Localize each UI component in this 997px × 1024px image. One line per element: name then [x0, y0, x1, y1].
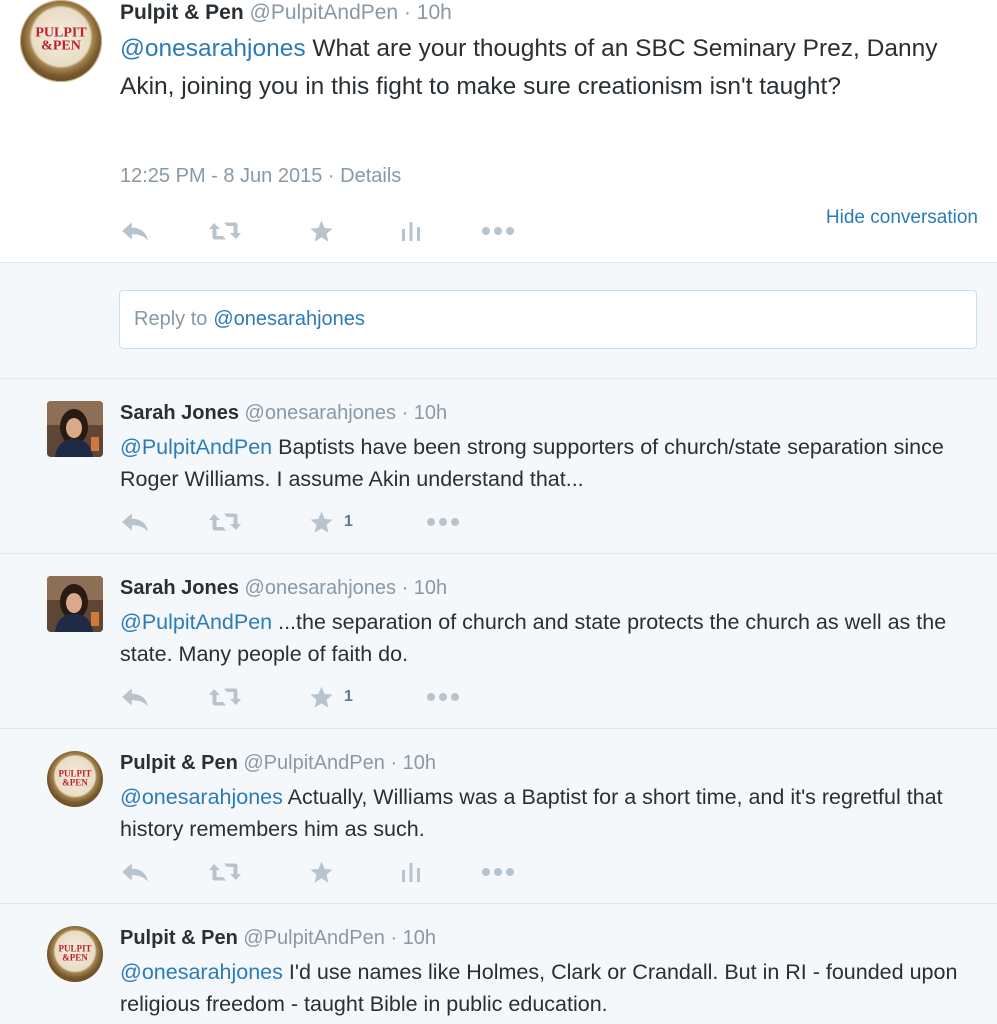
retweet-icon: [208, 686, 242, 708]
reply-tweet: Sarah Jones @onesarahjones · 10h @Pulpit…: [0, 379, 997, 554]
tweet-time[interactable]: · 10h: [402, 577, 448, 599]
retweet-icon: [208, 220, 242, 242]
reply-button[interactable]: [120, 857, 150, 887]
tweet-header: Pulpit & Pen @PulpitAndPen · 10h: [120, 0, 452, 26]
tweet-header: Pulpit & Pen @PulpitAndPen · 10h: [120, 751, 436, 775]
author-handle[interactable]: @PulpitAndPen: [243, 927, 385, 949]
retweet-icon: [208, 511, 242, 533]
reply-input[interactable]: Reply to @onesarahjones: [119, 290, 977, 349]
reply-tweet: PULPIT &PEN Pulpit & Pen @PulpitAndPen ·…: [0, 729, 997, 904]
bar-chart-icon: [400, 861, 422, 883]
logo-line-2: &PEN: [41, 38, 81, 54]
avatar[interactable]: PULPIT &PEN: [47, 926, 103, 982]
avatar[interactable]: [47, 576, 103, 632]
reply-arrow-icon: [120, 860, 150, 884]
tweet-actions: [120, 216, 540, 246]
pulpit-pen-logo: PULPIT &PEN: [58, 769, 91, 788]
tweet-time[interactable]: · 10h: [404, 1, 452, 24]
star-icon: [309, 510, 334, 535]
author-name[interactable]: Pulpit & Pen: [120, 752, 238, 774]
reply-mention: @onesarahjones: [213, 308, 365, 330]
main-tweet: PULPIT &PEN Pulpit & Pen @PulpitAndPen ·…: [0, 0, 997, 263]
logo-line-2: &PEN: [62, 777, 88, 788]
ellipsis-icon: [426, 517, 460, 527]
reply-arrow-icon: [120, 510, 150, 534]
avatar[interactable]: PULPIT &PEN: [20, 0, 102, 82]
mention-link[interactable]: @onesarahjones: [120, 960, 283, 984]
author-handle[interactable]: @onesarahjones: [245, 402, 397, 424]
tweet-header: Sarah Jones @onesarahjones · 10h: [120, 576, 447, 600]
favorite-button[interactable]: [309, 857, 334, 887]
tweet-timestamp: 12:25 PM - 8 Jun 2015: [120, 165, 323, 187]
reply-tweet: Sarah Jones @onesarahjones · 10h @Pulpit…: [0, 554, 997, 729]
analytics-button[interactable]: [400, 216, 422, 246]
analytics-button[interactable]: [400, 857, 422, 887]
tweet-actions: 1: [120, 682, 540, 712]
profile-photo-icon: [47, 576, 103, 632]
favorite-button[interactable]: [309, 216, 334, 246]
star-icon: [309, 219, 334, 244]
author-handle[interactable]: @onesarahjones: [245, 577, 397, 599]
logo-line-2: &PEN: [62, 952, 88, 963]
favorite-button[interactable]: 1: [309, 507, 353, 537]
details-link[interactable]: · Details: [328, 165, 401, 187]
retweet-button[interactable]: [208, 507, 242, 537]
favorite-count: 1: [344, 688, 353, 705]
hide-conversation-link[interactable]: Hide conversation: [826, 207, 978, 229]
retweet-button[interactable]: [208, 216, 242, 246]
tweet-header: Pulpit & Pen @PulpitAndPen · 10h: [120, 926, 436, 950]
reply-button[interactable]: [120, 216, 150, 246]
more-button[interactable]: [426, 682, 460, 712]
pulpit-pen-logo: PULPIT &PEN: [58, 944, 91, 963]
avatar[interactable]: PULPIT &PEN: [47, 751, 103, 807]
profile-photo-icon: [47, 401, 103, 457]
favorite-button[interactable]: 1: [309, 682, 353, 712]
tweet-time[interactable]: · 10h: [390, 927, 436, 949]
tweet-time[interactable]: · 10h: [390, 752, 436, 774]
retweet-button[interactable]: [208, 682, 242, 712]
mention-link[interactable]: @onesarahjones: [120, 35, 306, 62]
tweet-text: @onesarahjones Actually, Williams was a …: [120, 781, 980, 845]
tweet-actions: [120, 857, 540, 887]
more-button[interactable]: [426, 507, 460, 537]
ellipsis-icon: [481, 867, 515, 877]
more-button[interactable]: [481, 857, 515, 887]
tweet-time[interactable]: · 10h: [402, 402, 448, 424]
author-name[interactable]: Pulpit & Pen: [120, 927, 238, 949]
reply-prefix: Reply to: [134, 308, 208, 330]
mention-link[interactable]: @PulpitAndPen: [120, 610, 272, 634]
author-handle[interactable]: @PulpitAndPen: [243, 752, 385, 774]
more-button[interactable]: [481, 216, 515, 246]
reply-tweet: PULPIT &PEN Pulpit & Pen @PulpitAndPen ·…: [0, 904, 997, 1024]
pulpit-pen-logo: PULPIT &PEN: [35, 26, 86, 54]
ellipsis-icon: [481, 226, 515, 236]
retweet-icon: [208, 861, 242, 883]
tweet-text: @onesarahjones I'd use names like Holmes…: [120, 956, 980, 1020]
reply-composer-area: Reply to @onesarahjones: [0, 263, 997, 379]
reply-arrow-icon: [120, 219, 150, 243]
author-name[interactable]: Sarah Jones: [120, 402, 239, 424]
ellipsis-icon: [426, 692, 460, 702]
reply-button[interactable]: [120, 507, 150, 537]
reply-button[interactable]: [120, 682, 150, 712]
author-handle[interactable]: @PulpitAndPen: [250, 1, 399, 24]
star-icon: [309, 685, 334, 710]
mention-link[interactable]: @onesarahjones: [120, 785, 283, 809]
tweet-text: @onesarahjones What are your thoughts of…: [120, 30, 950, 106]
favorite-count: 1: [344, 513, 353, 530]
tweet-header: Sarah Jones @onesarahjones · 10h: [120, 401, 447, 425]
tweet-actions: 1: [120, 507, 540, 537]
reply-arrow-icon: [120, 685, 150, 709]
mention-link[interactable]: @PulpitAndPen: [120, 435, 272, 459]
star-icon: [309, 860, 334, 885]
author-name[interactable]: Sarah Jones: [120, 577, 239, 599]
tweet-timestamp-row: 12:25 PM - 8 Jun 2015 · Details: [120, 165, 401, 188]
bar-chart-icon: [400, 220, 422, 242]
tweet-text: @PulpitAndPen ...the separation of churc…: [120, 606, 980, 670]
tweet-text: @PulpitAndPen Baptists have been strong …: [120, 431, 980, 495]
author-name[interactable]: Pulpit & Pen: [120, 1, 244, 24]
avatar[interactable]: [47, 401, 103, 457]
retweet-button[interactable]: [208, 857, 242, 887]
